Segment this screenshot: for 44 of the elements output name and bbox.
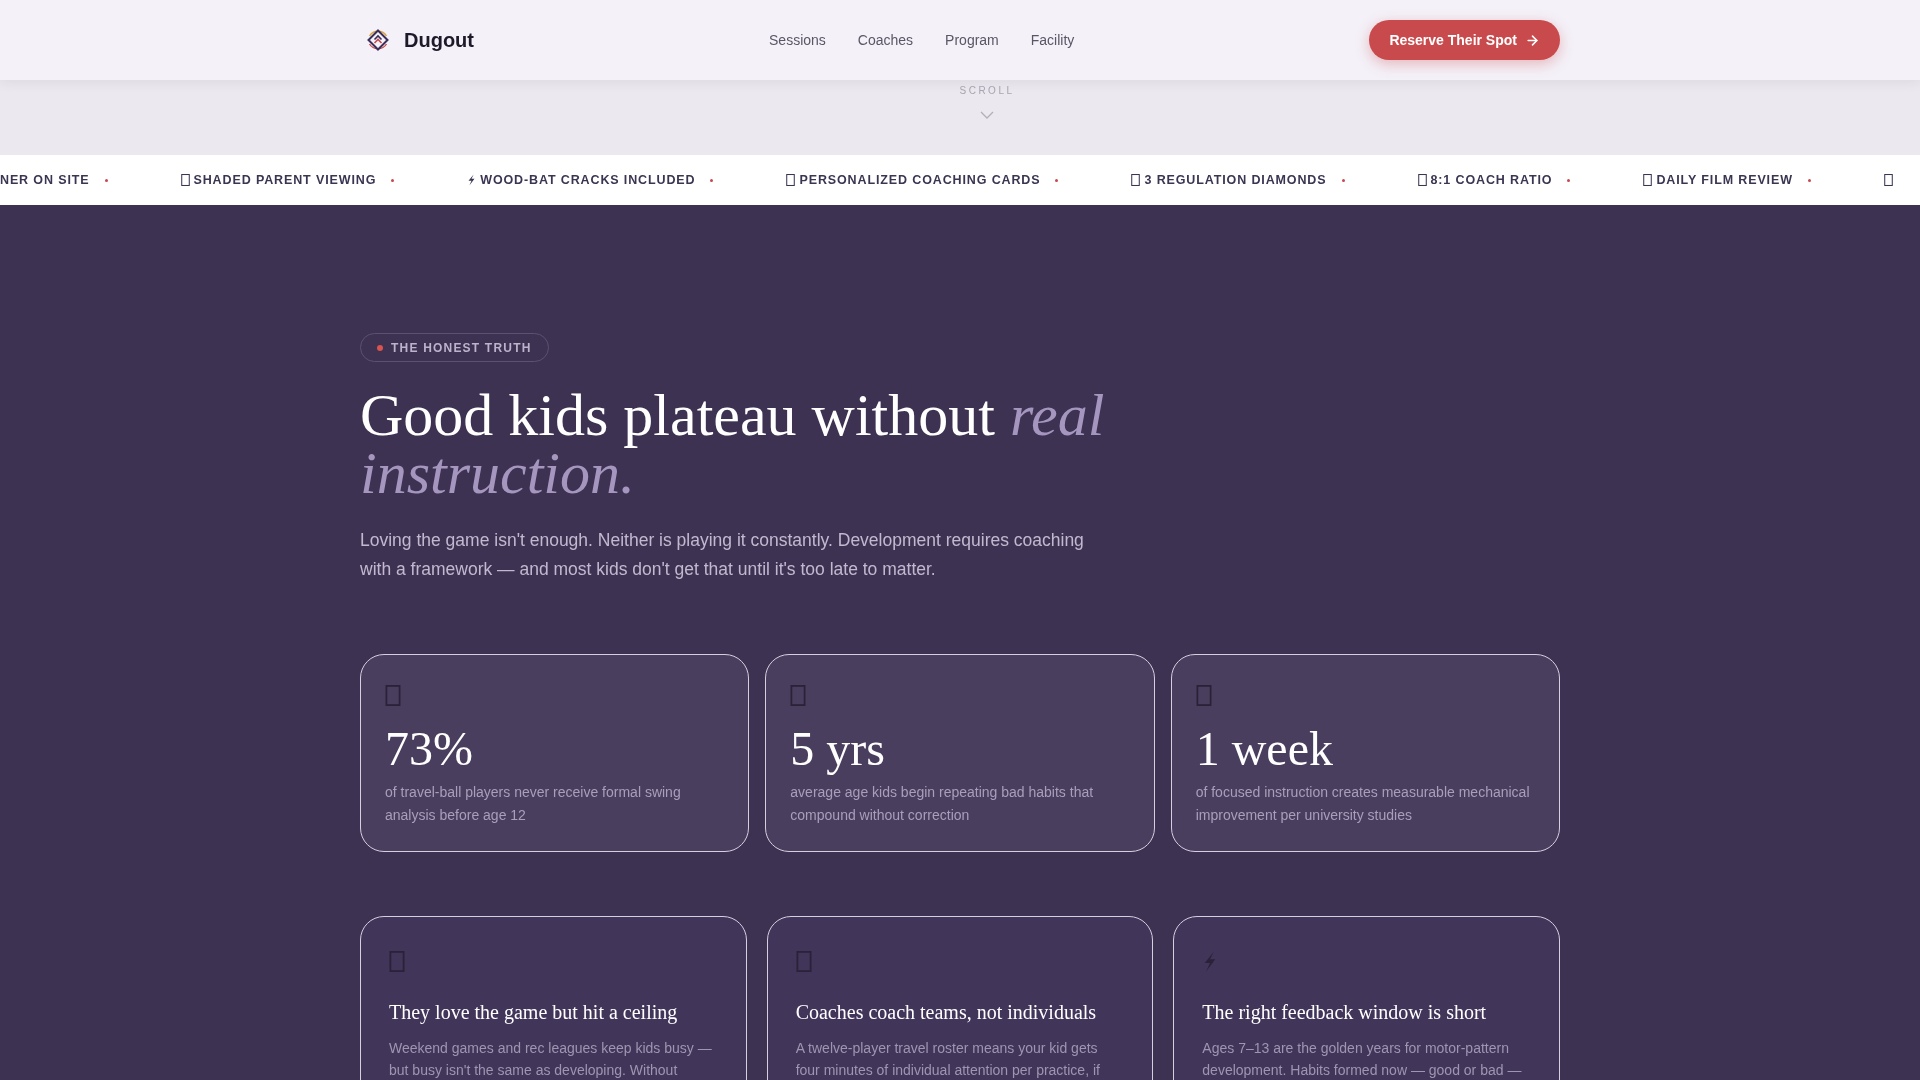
diamond-logo-icon (366, 28, 390, 52)
chevron-down-icon (980, 111, 994, 119)
reserve-button[interactable]: Reserve Their Spot (1369, 20, 1560, 60)
glyph-box-icon (786, 174, 796, 186)
problem-description: Weekend games and rec leagues keep kids busy — but busy isn't the same as developing. Without (389, 1039, 713, 1080)
problem-description: Ages 7–13 are the golden years for motor-pattern development. Habits formed now — good or bad — (1202, 1039, 1523, 1080)
stat-value: 1 week (1195, 725, 1334, 773)
intro-paragraph: Loving the game isn't enough. Neither is playing it constantly. Development requires coaching with a framework — and most kids don't get that until it's too late to matter. (360, 529, 1085, 581)
glyph-box-icon (1195, 684, 1212, 706)
problem-description: A twelve-player travel roster means your kid gets four minutes of individual attention per practice, if (795, 1039, 1101, 1080)
glyph-box-icon (385, 684, 401, 706)
ticker-item: WOOD-BAT CRACKS INCLUDED (480, 171, 696, 189)
arrow-right-icon (1525, 32, 1540, 48)
ticker-item: PERSONALIZED COACHING CARDS (799, 171, 1041, 189)
glyph-box-icon (180, 174, 190, 186)
ticker-item: SHADED PARENT VIEWING (193, 171, 377, 189)
stat-description: average age kids begin repeating bad habits that compound without correction (790, 783, 1095, 825)
glyph-box-icon (1417, 174, 1427, 186)
problem-title: Coaches coach teams, not individuals (795, 1000, 1098, 1025)
section-heading: Good kids plateau without real instruction. (360, 386, 1106, 502)
nav-link[interactable]: Coaches (857, 29, 914, 51)
badge-label: THE HONEST TRUTH (391, 339, 532, 357)
stat-value: 5 yrs (790, 725, 886, 773)
ticker-item: DAILY FILM REVIEW (1656, 171, 1793, 189)
problem-title: They love the game but hit a ceiling (389, 1000, 679, 1025)
nav-link[interactable]: Sessions (769, 29, 826, 51)
glyph-box-icon (1131, 174, 1141, 186)
glyph-box-icon (790, 684, 807, 706)
nav-link[interactable]: Program (945, 29, 999, 51)
stat-value: 73% (385, 725, 474, 773)
ticker-item: NER ON SITE (0, 171, 90, 189)
nav-link[interactable]: Facility (1030, 29, 1075, 51)
stat-description: of travel-ball players never receive formal swing analysis before age 12 (385, 783, 682, 825)
brand-name: Dugout (404, 28, 474, 53)
scroll-hint: SCROLL (959, 84, 1015, 98)
stat-description: of focused instruction creates measurable mechanical improvement per university studies (1195, 783, 1531, 825)
glyph-box-icon (389, 950, 405, 972)
glyph-box-icon (1643, 174, 1653, 186)
glyph-box-icon (795, 950, 812, 972)
ticker-item: 8:1 COACH RATIO (1430, 171, 1553, 189)
glyph-box-icon (1883, 174, 1893, 186)
ticker-item: 3 REGULATION DIAMONDS (1144, 171, 1327, 189)
lightning-bolt-icon (467, 174, 477, 186)
problem-title: The right feedback window is short (1202, 1000, 1488, 1025)
